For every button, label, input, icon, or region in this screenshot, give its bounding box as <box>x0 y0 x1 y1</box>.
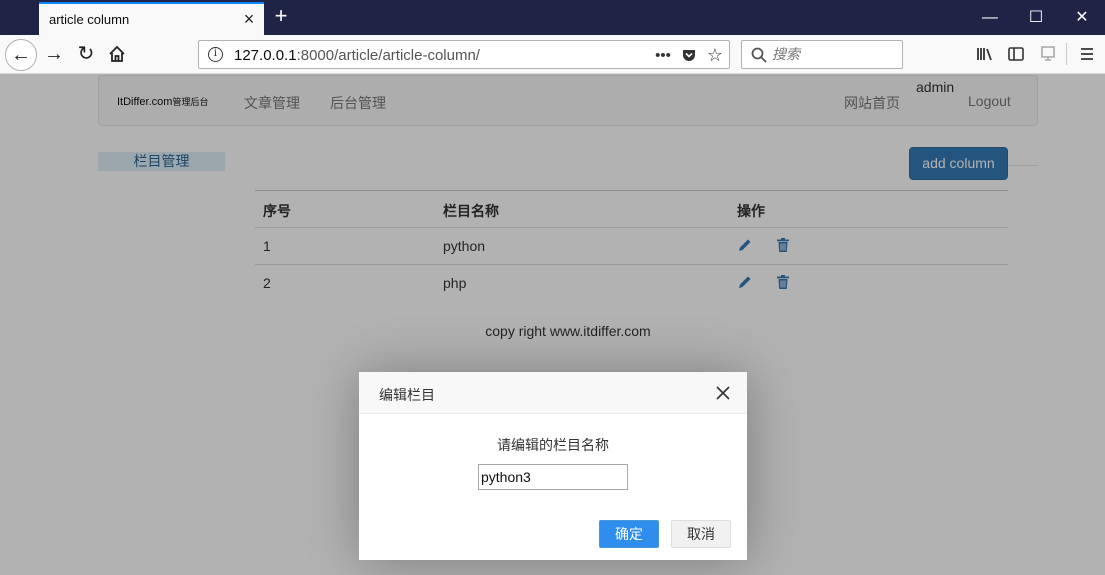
dialog-title: 编辑栏目 <box>379 387 435 403</box>
dialog-header: 编辑栏目 <box>359 372 747 414</box>
bookmark-star-icon[interactable]: ☆ <box>707 45 723 66</box>
pocket-icon[interactable] <box>681 47 697 63</box>
url-path: :8000/article/article-column/ <box>296 47 480 64</box>
dialog-label: 请编辑的栏目名称 <box>497 437 609 453</box>
minimize-icon[interactable]: — <box>967 4 1013 32</box>
menu-hamburger-icon[interactable] <box>1076 43 1098 65</box>
screenshot-icon[interactable] <box>1037 43 1059 65</box>
url-bar[interactable]: i 127.0.0.1:8000/article/article-column/… <box>198 40 730 69</box>
url-text: 127.0.0.1:8000/article/article-column/ <box>234 47 480 64</box>
home-icon[interactable] <box>101 39 133 71</box>
url-host: 127.0.0.1 <box>234 47 297 64</box>
browser-tab[interactable]: article column × <box>39 2 264 35</box>
toolbar-separator <box>1066 43 1067 65</box>
window-close-icon[interactable]: ✕ <box>1059 4 1105 32</box>
dialog-close-icon[interactable] <box>715 385 731 401</box>
sidebar-toggle-icon[interactable] <box>1005 43 1027 65</box>
page-actions-icon[interactable]: ••• <box>655 47 671 64</box>
browser-toolbar: ← → ↻ i 127.0.0.1:8000/article/article-c… <box>0 35 1105 74</box>
confirm-button[interactable]: 确定 <box>599 520 659 548</box>
tab-close-icon[interactable]: × <box>240 10 258 28</box>
url-actions: ••• ☆ <box>655 44 723 66</box>
library-icon[interactable] <box>974 43 996 65</box>
back-arrow-icon[interactable]: ← <box>5 39 37 71</box>
maximize-icon[interactable]: ☐ <box>1013 4 1059 32</box>
tab-title: article column <box>49 12 130 27</box>
edit-column-dialog: 编辑栏目 请编辑的栏目名称 确定 取消 <box>359 372 747 560</box>
search-input[interactable] <box>772 46 897 64</box>
reload-icon[interactable]: ↻ <box>70 39 102 71</box>
window-titlebar: article column × + — ☐ ✕ <box>0 0 1105 35</box>
column-name-input[interactable] <box>478 464 628 490</box>
forward-arrow-icon[interactable]: → <box>38 39 70 71</box>
new-tab-icon[interactable]: + <box>270 5 292 28</box>
cancel-button[interactable]: 取消 <box>671 520 731 548</box>
search-icon <box>751 47 767 63</box>
search-bar[interactable] <box>741 40 903 69</box>
site-info-icon[interactable]: i <box>208 47 223 62</box>
